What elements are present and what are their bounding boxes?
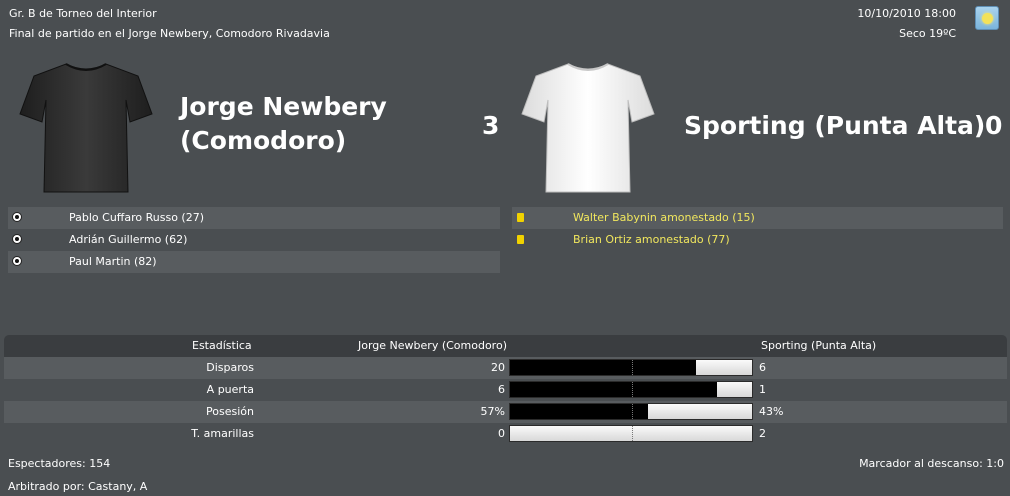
away-team-name: Sporting (Punta Alta) xyxy=(684,111,986,140)
stat-label: Posesión xyxy=(206,405,254,418)
stat-row: Posesión 57% 43% xyxy=(4,401,1007,423)
halftime-score: Marcador al descanso: 1:0 xyxy=(859,457,1004,470)
away-event-text: Walter Babynin amonestado (15) xyxy=(573,211,755,224)
match-datetime: 10/10/2010 18:00 xyxy=(857,7,956,20)
stat-home-value: 57% xyxy=(480,405,505,418)
home-shirt-icon xyxy=(19,63,153,193)
stat-label: Disparos xyxy=(206,361,254,374)
stat-comparison-bar xyxy=(509,359,753,376)
spectators-count: Espectadores: 154 xyxy=(8,457,111,470)
match-venue: Final de partido en el Jorge Newbery, Co… xyxy=(9,27,330,40)
home-event-row: Adrián Guillermo (62) xyxy=(8,229,500,251)
sunny-weather-icon xyxy=(975,6,999,30)
home-team-name-line2: (Comodoro) xyxy=(180,126,347,155)
match-weather: Seco 19ºC xyxy=(899,27,956,40)
stat-label: T. amarillas xyxy=(191,427,254,440)
home-team-name: Jorge Newbery (Comodoro) xyxy=(180,90,387,158)
home-event-row: Paul Martin (82) xyxy=(8,251,500,273)
stat-row: A puerta 6 1 xyxy=(4,379,1007,401)
goal-ball-icon xyxy=(12,256,22,266)
away-event-text: Brian Ortiz amonestado (77) xyxy=(573,233,730,246)
stat-home-value: 6 xyxy=(498,383,505,396)
home-event-text: Paul Martin (82) xyxy=(69,255,157,268)
stat-comparison-bar xyxy=(509,403,753,420)
stat-home-value: 20 xyxy=(491,361,505,374)
match-stats-table: Estadística Jorge Newbery (Comodoro) Spo… xyxy=(4,335,1007,449)
referee-name: Arbitrado por: Castany, A xyxy=(8,480,148,493)
away-event-row: Walter Babynin amonestado (15) xyxy=(512,207,1003,229)
stat-away-value: 6 xyxy=(759,361,766,374)
goal-ball-icon xyxy=(12,212,22,222)
home-event-text: Adrián Guillermo (62) xyxy=(69,233,188,246)
away-score: 0 xyxy=(985,111,1003,140)
stat-label: A puerta xyxy=(206,383,254,396)
yellow-card-icon xyxy=(517,235,524,244)
stats-header-home: Jorge Newbery (Comodoro) xyxy=(358,339,507,352)
stat-home-value: 0 xyxy=(498,427,505,440)
stats-header-row: Estadística Jorge Newbery (Comodoro) Spo… xyxy=(4,335,1007,357)
stat-comparison-bar xyxy=(509,381,753,398)
home-event-row: Pablo Cuffaro Russo (27) xyxy=(8,207,500,229)
stat-away-value: 43% xyxy=(759,405,784,418)
stat-away-value: 1 xyxy=(759,383,766,396)
goal-ball-icon xyxy=(12,234,22,244)
stats-header-away: Sporting (Punta Alta) xyxy=(761,339,877,352)
stat-row: T. amarillas 0 2 xyxy=(4,423,1007,445)
competition-name: Gr. B de Torneo del Interior xyxy=(9,7,157,20)
stat-row: Disparos 20 6 xyxy=(4,357,1007,379)
stat-away-value: 2 xyxy=(759,427,766,440)
stats-header-label: Estadística xyxy=(192,339,252,352)
away-event-row: Brian Ortiz amonestado (77) xyxy=(512,229,1003,251)
yellow-card-icon xyxy=(517,213,524,222)
home-score: 3 xyxy=(482,111,500,140)
away-shirt-icon xyxy=(521,63,655,193)
home-event-text: Pablo Cuffaro Russo (27) xyxy=(69,211,205,224)
stat-comparison-bar xyxy=(509,425,753,442)
home-team-name-line1: Jorge Newbery xyxy=(180,92,387,121)
